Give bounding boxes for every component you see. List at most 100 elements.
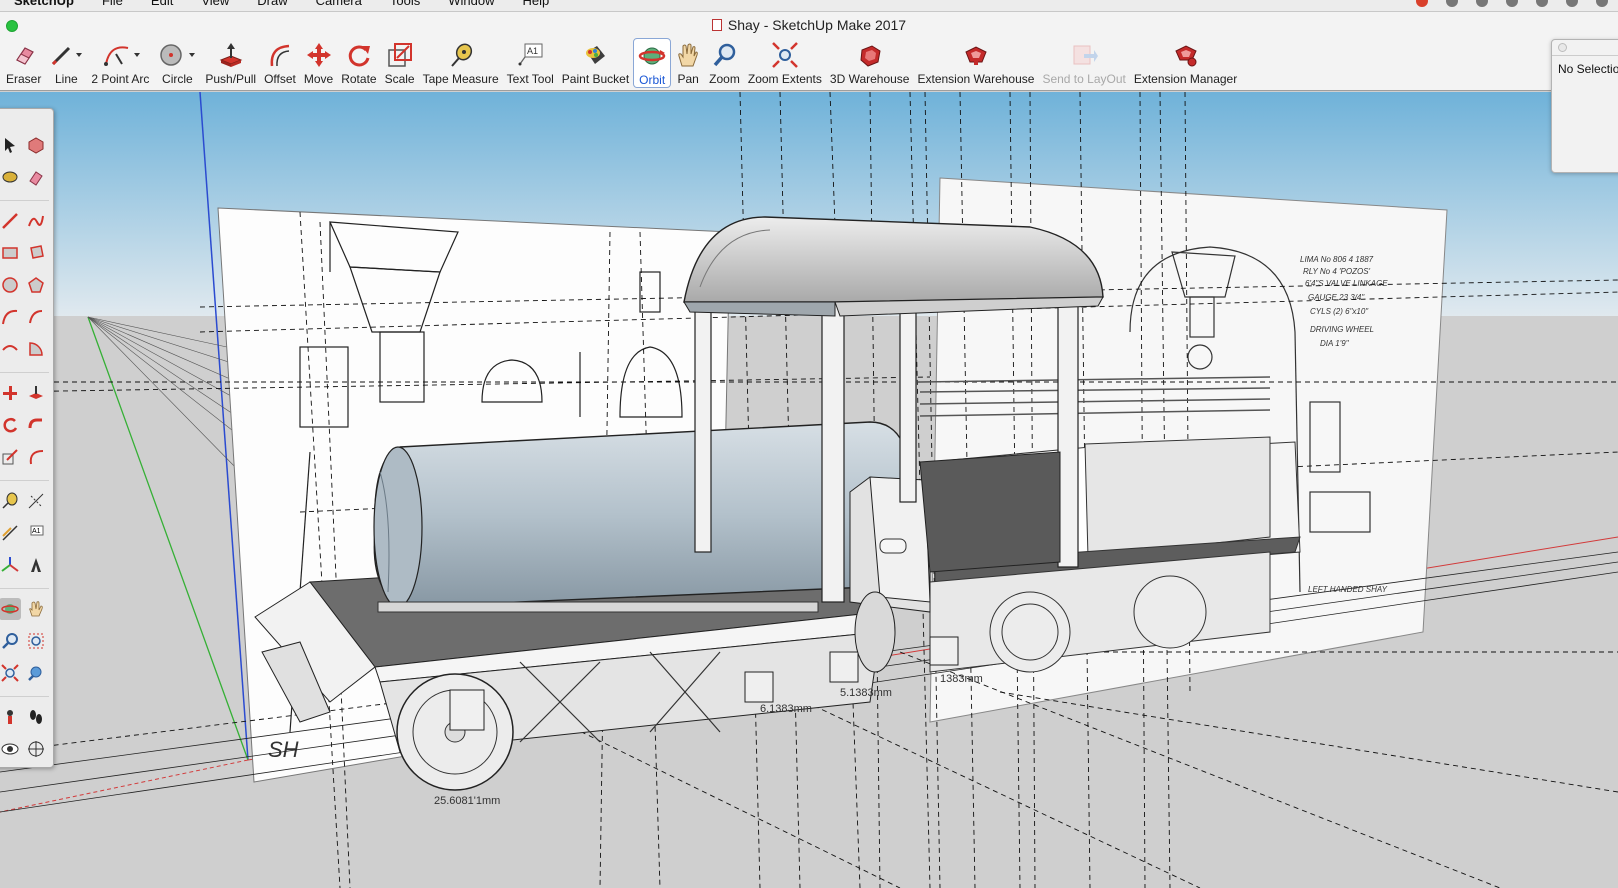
protractor-icon[interactable]	[0, 522, 21, 544]
menu-app[interactable]: SketchUp	[0, 0, 88, 8]
svg-text:RLY No 4 'POZOS': RLY No 4 'POZOS'	[1303, 267, 1371, 276]
3d-text-icon[interactable]	[25, 554, 47, 576]
svg-text:A1: A1	[527, 46, 538, 56]
tool-orbit[interactable]: Orbit	[633, 38, 672, 88]
dimension-icon[interactable]	[25, 490, 47, 512]
move-small-icon[interactable]	[0, 382, 21, 404]
circle-icon	[157, 40, 197, 70]
tool-palette: A1	[0, 108, 54, 768]
hand-icon	[675, 40, 701, 70]
svg-text:6'4"S VALVE LINKAGE: 6'4"S VALVE LINKAGE	[1305, 279, 1388, 288]
make-component-icon[interactable]	[25, 134, 47, 156]
model-scene[interactable]: SH LIMA No 806 4 1887 RLY No 4 'POZOS' 6…	[0, 92, 1618, 888]
look-around-icon[interactable]	[0, 738, 21, 760]
offset-icon	[267, 40, 293, 70]
push-pull-small-icon[interactable]	[25, 382, 47, 404]
previous-view-icon[interactable]	[25, 662, 47, 684]
tool-pan[interactable]: Pan	[671, 38, 705, 88]
eraser-small-icon[interactable]	[25, 166, 47, 188]
svg-text:25.6081'1mm: 25.6081'1mm	[434, 795, 500, 807]
svg-text:A1: A1	[32, 528, 41, 535]
svg-text:6.1383mm: 6.1383mm	[760, 703, 812, 715]
zoom-extents-icon	[771, 40, 799, 70]
tool-extension-manager[interactable]: Extension Manager	[1130, 38, 1241, 88]
menu-window[interactable]: Window	[434, 0, 508, 8]
pie-icon[interactable]	[25, 338, 47, 360]
two-point-arc-small-icon[interactable]	[25, 306, 47, 328]
clock-icon[interactable]	[1596, 0, 1608, 7]
arc-small-icon[interactable]	[0, 306, 21, 328]
walk-icon[interactable]	[25, 706, 47, 728]
svg-text:DIA 1'9": DIA 1'9"	[1320, 339, 1350, 348]
push-pull-icon	[218, 40, 244, 70]
menu-edit[interactable]: Edit	[137, 0, 187, 8]
rotate-small-icon[interactable]	[0, 414, 21, 436]
zoom-extents-small-icon[interactable]	[0, 662, 21, 684]
tool-paint-bucket[interactable]: Paint Bucket	[558, 38, 633, 88]
svg-text:5.1383mm: 5.1383mm	[840, 687, 892, 699]
tool-rotate[interactable]: Rotate	[337, 38, 380, 88]
tool-move[interactable]: Move	[300, 38, 337, 88]
tool-3d-warehouse[interactable]: 3D Warehouse	[826, 38, 914, 88]
tool-zoom-extents[interactable]: Zoom Extents	[744, 38, 826, 88]
blueprint-lettering: SH	[268, 737, 299, 762]
rotated-rectangle-icon[interactable]	[25, 242, 47, 264]
user-icon[interactable]	[1566, 0, 1578, 7]
model-viewport[interactable]: SH LIMA No 806 4 1887 RLY No 4 'POZOS' 6…	[0, 92, 1618, 888]
zoom-window-icon[interactable]	[25, 630, 47, 652]
polygon-icon[interactable]	[25, 274, 47, 296]
rectangle-icon[interactable]	[0, 242, 21, 264]
tool-scale[interactable]: Scale	[381, 38, 419, 88]
position-camera-icon[interactable]	[0, 706, 21, 728]
notification-icon[interactable]	[1416, 0, 1428, 7]
scale-small-icon[interactable]	[0, 446, 21, 468]
circle-small-icon[interactable]	[0, 274, 21, 296]
menu-tools[interactable]: Tools	[376, 0, 434, 8]
pencil-icon	[49, 40, 83, 70]
entity-info-header	[1552, 40, 1618, 56]
menu-file[interactable]: File	[88, 0, 137, 8]
headphones-icon[interactable]	[1476, 0, 1488, 7]
sync-icon[interactable]	[1446, 0, 1458, 7]
panel-close-button[interactable]	[1558, 43, 1567, 52]
menu-view[interactable]: View	[187, 0, 243, 8]
tool-send-to-layout[interactable]: Send to LayOut	[1038, 38, 1129, 88]
select-arrow-icon[interactable]	[0, 134, 21, 156]
macos-menu-bar: SketchUp File Edit View Draw Camera Tool…	[0, 0, 1618, 12]
zoom-small-icon[interactable]	[0, 630, 21, 652]
menu-help[interactable]: Help	[508, 0, 563, 8]
menu-draw[interactable]: Draw	[243, 0, 301, 8]
follow-me-icon[interactable]	[25, 414, 47, 436]
offset-small-icon[interactable]	[25, 446, 47, 468]
large-tool-set-toolbar: Eraser Line 2 Point Arc Circle Push/Pull…	[0, 38, 1618, 91]
tool-zoom[interactable]: Zoom	[705, 38, 744, 88]
text-small-icon[interactable]: A1	[25, 522, 47, 544]
tool-2-point-arc[interactable]: 2 Point Arc	[87, 38, 153, 88]
status-icons	[1416, 0, 1608, 12]
window-title: Shay - SketchUp Make 2017	[0, 17, 1618, 33]
tool-push-pull[interactable]: Push/Pull	[201, 38, 260, 88]
tool-tape-measure[interactable]: Tape Measure	[419, 38, 503, 88]
magnifier-icon	[712, 40, 738, 70]
section-plane-icon[interactable]	[25, 738, 47, 760]
wifi-icon[interactable]	[1536, 0, 1548, 7]
tool-extension-warehouse[interactable]: Extension Warehouse	[913, 38, 1038, 88]
tool-eraser[interactable]: Eraser	[2, 38, 45, 88]
tool-circle[interactable]: Circle	[153, 38, 201, 88]
window-title-text: Shay - SketchUp Make 2017	[727, 17, 907, 33]
tape-small-icon[interactable]	[0, 490, 21, 512]
tool-offset[interactable]: Offset	[260, 38, 300, 88]
menu-camera[interactable]: Camera	[302, 0, 376, 8]
paint-bucket-icon	[581, 40, 609, 70]
tool-line[interactable]: Line	[45, 38, 87, 88]
bluetooth-icon[interactable]	[1506, 0, 1518, 7]
three-point-arc-icon[interactable]	[0, 338, 21, 360]
line-small-icon[interactable]	[0, 210, 21, 232]
tool-text[interactable]: A1 Text Tool	[503, 38, 558, 88]
axes-icon[interactable]	[0, 554, 21, 576]
pan-small-icon[interactable]	[25, 598, 47, 620]
orbit-small-icon[interactable]	[0, 598, 21, 620]
paint-bucket-small-icon[interactable]	[0, 166, 21, 188]
cab-roof	[683, 216, 1104, 303]
freehand-icon[interactable]	[25, 210, 47, 232]
